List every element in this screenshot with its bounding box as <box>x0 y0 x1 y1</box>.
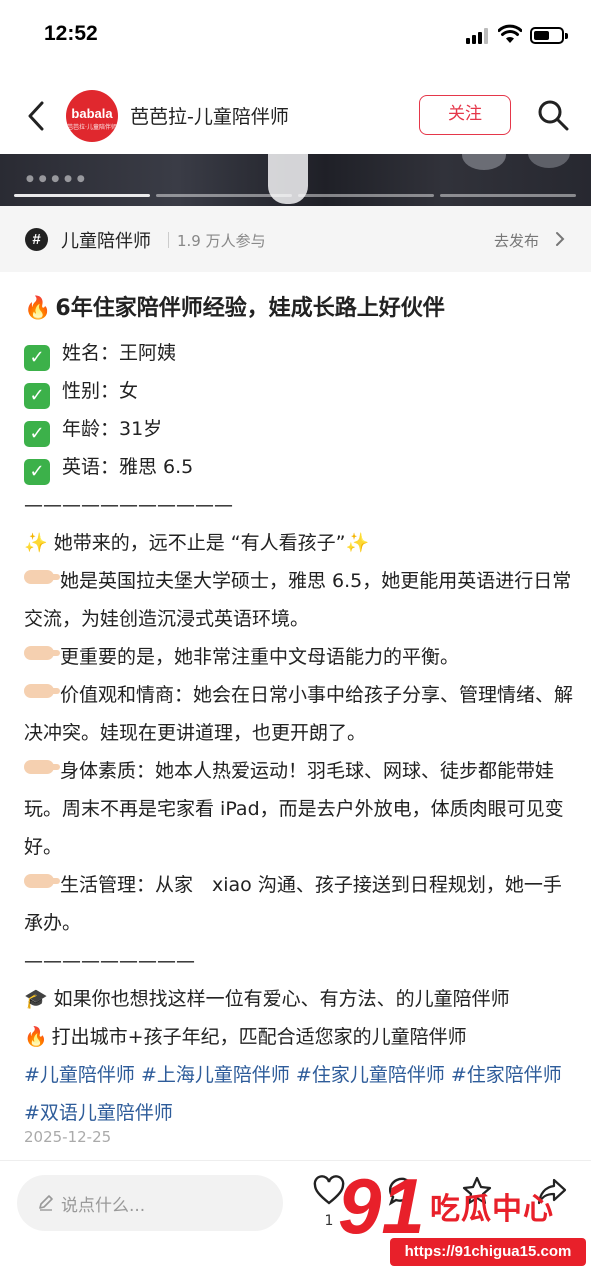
pointing-hand-icon <box>24 760 60 774</box>
point-item: 价值观和情商：她会在日常小事中给孩子分享、管理情绪、解决冲突。娃现在更讲道理，也… <box>24 684 574 744</box>
carousel-progress-4 <box>440 194 576 197</box>
search-icon[interactable] <box>536 98 570 132</box>
avatar-subtitle: 芭芭拉·儿童陪伴师 <box>67 124 117 131</box>
carousel-progress-2 <box>156 194 292 197</box>
field-row: ✓ 英语：雅思 6.5 <box>24 448 576 486</box>
cellular-signal-icon <box>466 28 490 44</box>
post-body: ✓ 姓名：王阿姨 ✓ 性别：女 ✓ 年龄：31岁 ✓ 英语：雅思 6.5 ———————… <box>24 334 576 1132</box>
go-publish-link[interactable]: 去发布 <box>494 230 539 251</box>
check-icon: ✓ <box>24 345 50 371</box>
topic-divider <box>168 232 169 248</box>
sparkle-icon: ✨ <box>24 532 48 554</box>
field-row: ✓ 年龄：31岁 <box>24 410 576 448</box>
post-title: 🔥 6年住家陪伴师经验，娃成长路上好伙伴 <box>24 296 445 321</box>
comment-input[interactable]: 说点什么... <box>17 1175 283 1231</box>
point-item: 身体素质：她本人热爱运动！羽毛球、网球、徒步都能带娃玩。周末不再是宅家看 iPa… <box>24 760 564 858</box>
hashtag-links[interactable]: #儿童陪伴师 #上海儿童陪伴师 #住家儿童陪伴师 #住家陪伴师 #双语儿童陪伴师 <box>24 1056 576 1132</box>
image-carousel[interactable]: ● ● ● ● ● <box>0 154 591 206</box>
topic-participants: 1.9 万人参与 <box>177 232 266 250</box>
battery-icon <box>530 27 568 44</box>
field-row: ✓ 姓名：王阿姨 <box>24 334 576 372</box>
fire-icon: 🔥 <box>24 296 52 321</box>
cta-line: 🎓 如果你也想找这样一位有爱心、有方法、的儿童陪伴师 <box>24 980 576 1018</box>
hashtag-icon: # <box>25 228 48 251</box>
post-header: babala 芭芭拉·儿童陪伴师 芭芭拉-儿童陪伴师 关注 <box>0 80 591 152</box>
account-name[interactable]: 芭芭拉-儿童陪伴师 <box>130 102 289 129</box>
watermark-text: 吃瓜中心 <box>430 1192 554 1227</box>
sparkle-icon: ✨ <box>345 532 370 554</box>
pencil-icon <box>39 1195 53 1211</box>
point-item: 她是英国拉夫堡大学硕士，雅思 6.5，她更能用英语进行日常交流，为娃创造沉浸式英… <box>24 570 572 630</box>
divider-line: ————————— <box>24 950 195 972</box>
field-row: ✓ 性别：女 <box>24 372 576 410</box>
post-date: 2025-12-25 <box>24 1128 112 1146</box>
avatar[interactable]: babala 芭芭拉·儿童陪伴师 <box>66 90 118 142</box>
pointing-hand-icon <box>24 646 60 660</box>
watermark-url: https://91chigua15.com <box>390 1238 586 1266</box>
check-icon: ✓ <box>24 421 50 447</box>
check-icon: ✓ <box>24 383 50 409</box>
back-arrow-icon[interactable] <box>22 98 52 134</box>
watermark-number: 91 <box>338 1162 425 1250</box>
topic-name: 儿童陪伴师 <box>61 231 151 252</box>
cta-line: 🔥 打出城市+孩子年纪，匹配合适您家的儿童陪伴师 <box>24 1026 467 1048</box>
status-time: 12:52 <box>44 22 98 45</box>
point-item: 更重要的是，她非常注重中文母语能力的平衡。 <box>24 638 576 676</box>
watermark: 91 吃瓜中心 https://91chigua15.com <box>338 1166 588 1276</box>
carousel-progress-1 <box>14 194 150 197</box>
wifi-icon <box>498 24 522 43</box>
carousel-dots: ● ● ● ● ● <box>26 174 86 184</box>
avatar-brand: babala <box>71 106 113 121</box>
graduation-cap-icon: 🎓 <box>24 988 48 1010</box>
fire-icon: 🔥 <box>24 1026 48 1048</box>
pointing-hand-icon <box>24 874 60 888</box>
intro-line: ✨ 她带来的，远不止是 “有人看孩子”✨ <box>24 532 370 554</box>
carousel-progress-3 <box>298 194 434 197</box>
follow-button[interactable]: 关注 <box>419 95 511 135</box>
chevron-right-icon <box>556 232 565 246</box>
divider-line: ——————————— <box>24 494 233 516</box>
comment-placeholder: 说点什么... <box>61 1196 146 1216</box>
check-icon: ✓ <box>24 459 50 485</box>
pointing-hand-icon <box>24 684 60 698</box>
point-item: 生活管理：从家 xiao 沟通、孩子接送到日程规划，她一手承办。 <box>24 874 562 934</box>
status-bar: 12:52 <box>0 0 591 72</box>
pointing-hand-icon <box>24 570 60 584</box>
topic-bar[interactable]: # 儿童陪伴师 1.9 万人参与 去发布 <box>0 206 591 272</box>
